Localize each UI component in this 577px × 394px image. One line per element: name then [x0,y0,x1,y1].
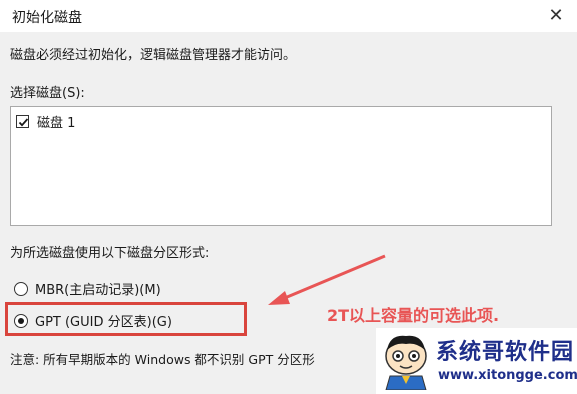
watermark-url: www.xitongge.com [438,368,577,383]
watermark-site-name: 系统哥软件园 [436,340,575,365]
site-watermark: 系统哥软件园 www.xitongge.com [376,328,577,394]
annotation-text: 2T以上容量的可选此项. [327,306,500,325]
watermark-mascot-icon [385,335,427,390]
